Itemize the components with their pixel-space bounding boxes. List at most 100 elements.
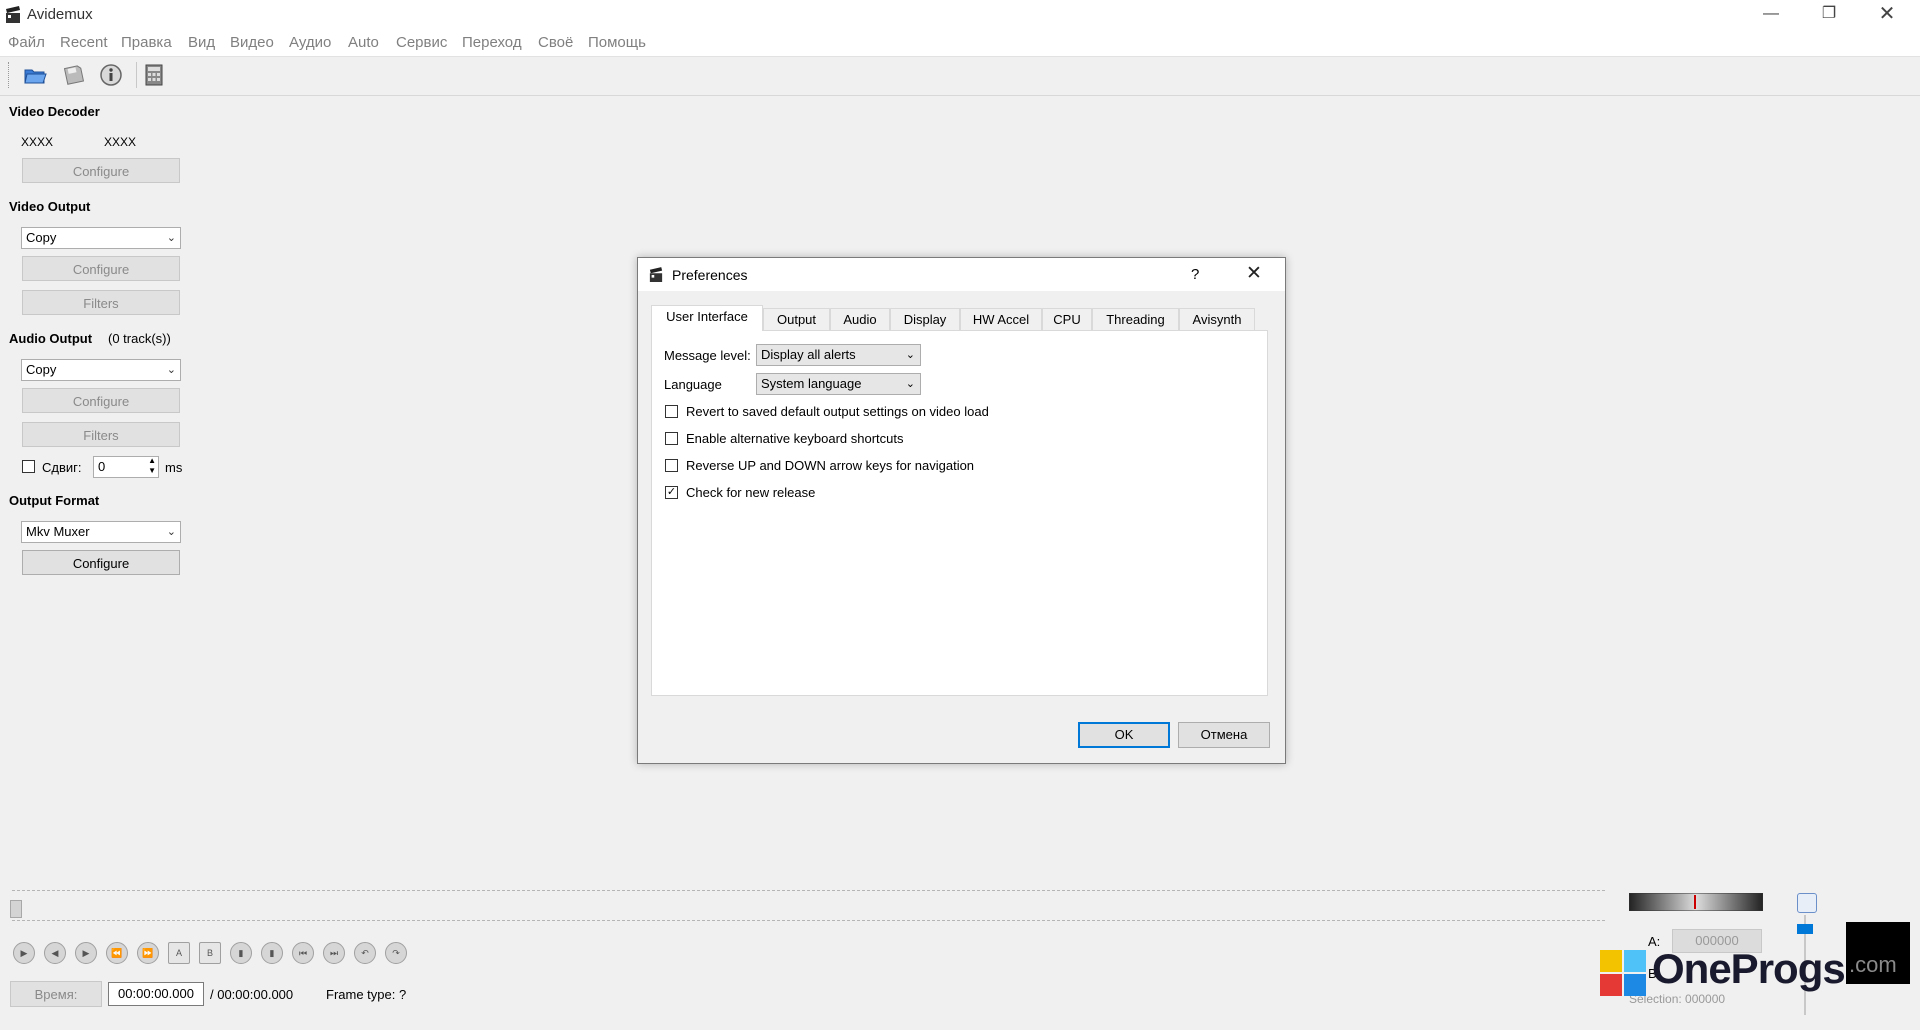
play-icon[interactable]: ▶ (13, 942, 35, 964)
menu-audio[interactable]: Аудио (289, 34, 331, 51)
audio-codec-select[interactable]: Copy ⌄ (21, 359, 181, 381)
video-filters-button[interactable]: Filters (22, 290, 180, 315)
restore-icon[interactable]: ❐ (1800, 0, 1858, 30)
first-frame-icon[interactable]: ⏮ (292, 942, 314, 964)
marker-b-icon[interactable]: B (199, 942, 221, 964)
tab-threading[interactable]: Threading (1092, 308, 1179, 330)
shift-value: 0 (98, 459, 106, 474)
shift-spinbox[interactable]: 0 ▲ ▼ (93, 456, 159, 478)
decoder-codec-b: XXXX (104, 135, 137, 149)
menu-recent[interactable]: Recent (60, 34, 108, 51)
video-decoder-heading: Video Decoder (9, 104, 100, 119)
toolbar (0, 56, 1920, 96)
chevron-down-icon: ⌄ (905, 349, 915, 361)
cancel-button[interactable]: Отмена (1178, 722, 1270, 748)
previous-keyframe-icon[interactable]: ⏪ (106, 942, 128, 964)
menu-bar (0, 30, 1920, 56)
volume-slider-handle[interactable] (1797, 924, 1813, 934)
previous-black-frame-icon[interactable]: ▮ (230, 942, 252, 964)
message-level-select[interactable]: Display all alerts ⌄ (756, 344, 921, 366)
next-keyframe-icon[interactable]: ⏩ (137, 942, 159, 964)
total-time: / 00:00:00.000 (210, 987, 294, 1002)
check-release-label: Check for new release (686, 485, 816, 500)
muxer-configure-button[interactable]: Configure (22, 550, 180, 575)
spin-down-icon[interactable]: ▼ (148, 466, 156, 475)
go-to-marker-a-icon[interactable]: ↶ (354, 942, 376, 964)
audio-track-count: (0 track(s)) (108, 331, 171, 346)
jog-shuttle[interactable] (1629, 893, 1763, 911)
watermark-logo (1600, 950, 1646, 996)
next-frame-icon[interactable]: ▶ (75, 942, 97, 964)
minimize-icon[interactable]: — (1742, 0, 1800, 30)
muxer-select[interactable]: Mkv Muxer ⌄ (21, 521, 181, 543)
check-release-checkbox[interactable]: ✓ (665, 486, 678, 499)
muxer-value: Mkv Muxer (26, 524, 90, 539)
video-codec-select[interactable]: Copy ⌄ (21, 227, 181, 249)
language-select[interactable]: System language ⌄ (756, 373, 921, 395)
menu-file[interactable]: Файл (8, 34, 45, 51)
audio-codec-value: Copy (26, 362, 57, 377)
close-icon[interactable]: ✕ (1858, 0, 1916, 30)
toolbar-separator (136, 62, 137, 88)
reverse-arrows-checkbox[interactable] (665, 459, 678, 472)
timeline-slider-handle[interactable] (10, 900, 22, 918)
audio-output-heading: Audio Output (9, 331, 93, 346)
alt-shortcuts-label: Enable alternative keyboard shortcuts (686, 431, 904, 446)
tab-cpu[interactable]: CPU (1042, 308, 1092, 330)
menu-auto[interactable]: Auto (348, 34, 379, 51)
alt-shortcuts-checkbox[interactable] (665, 432, 678, 445)
language-value: System language (761, 376, 862, 391)
window-title: Avidemux (27, 6, 93, 23)
previous-frame-icon[interactable]: ◀ (44, 942, 66, 964)
menu-video[interactable]: Видео (230, 34, 274, 51)
audio-configure-button[interactable]: Configure (22, 388, 180, 413)
tab-display[interactable]: Display (890, 308, 960, 330)
go-to-marker-b-icon[interactable]: ↷ (385, 942, 407, 964)
video-output-heading: Video Output (9, 199, 91, 214)
last-frame-icon[interactable]: ⏭ (323, 942, 345, 964)
tab-avisynth[interactable]: Avisynth (1179, 308, 1255, 330)
title-bar (0, 0, 1920, 30)
close-icon[interactable]: ✕ (1246, 262, 1262, 285)
shift-label: Сдвиг: (42, 460, 82, 475)
help-button[interactable]: ? (1191, 266, 1199, 283)
menu-help[interactable]: Помощь (588, 34, 646, 51)
chevron-down-icon: ⌄ (166, 364, 176, 376)
output-format-heading: Output Format (9, 493, 100, 508)
menu-tools[interactable]: Сервис (396, 34, 447, 51)
shift-checkbox[interactable] (22, 460, 35, 473)
menu-edit[interactable]: Правка (121, 34, 172, 51)
save-icon[interactable] (60, 62, 86, 88)
tab-output[interactable]: Output (763, 308, 830, 330)
menu-go[interactable]: Переход (462, 34, 522, 51)
revert-settings-checkbox[interactable] (665, 405, 678, 418)
dialog-title: Preferences (672, 267, 748, 283)
time-button[interactable]: Время: (10, 981, 102, 1007)
info-icon[interactable] (98, 62, 124, 88)
next-black-frame-icon[interactable]: ▮ (261, 942, 283, 964)
volume-icon[interactable] (1797, 893, 1817, 913)
current-time-field[interactable]: 00:00:00.000 (108, 982, 204, 1006)
marker-a-icon[interactable]: A (168, 942, 190, 964)
decoder-configure-button[interactable]: Configure (22, 158, 180, 183)
audio-filters-button[interactable]: Filters (22, 422, 180, 447)
toolbar-grip (8, 62, 11, 88)
reverse-arrows-label: Reverse UP and DOWN arrow keys for navig… (686, 458, 975, 473)
calculator-icon[interactable] (141, 62, 167, 88)
open-folder-icon[interactable] (22, 62, 48, 88)
chevron-down-icon: ⌄ (166, 232, 176, 244)
tab-user-interface[interactable]: User Interface (651, 305, 763, 331)
menu-view[interactable]: Вид (188, 34, 215, 51)
spin-up-icon[interactable]: ▲ (148, 456, 156, 465)
tab-audio[interactable]: Audio (830, 308, 890, 330)
watermark-text: OneProgs (1652, 945, 1846, 992)
menu-custom[interactable]: Своё (538, 34, 573, 51)
chevron-down-icon: ⌄ (905, 378, 915, 390)
timeline-ticks-top (12, 890, 1605, 891)
tab-hw-accel[interactable]: HW Accel (960, 308, 1042, 330)
timeline-ticks-bottom (12, 920, 1605, 921)
language-label: Language (664, 377, 722, 392)
chevron-down-icon: ⌄ (166, 526, 176, 538)
video-configure-button[interactable]: Configure (22, 256, 180, 281)
ok-button[interactable]: OK (1078, 722, 1170, 748)
